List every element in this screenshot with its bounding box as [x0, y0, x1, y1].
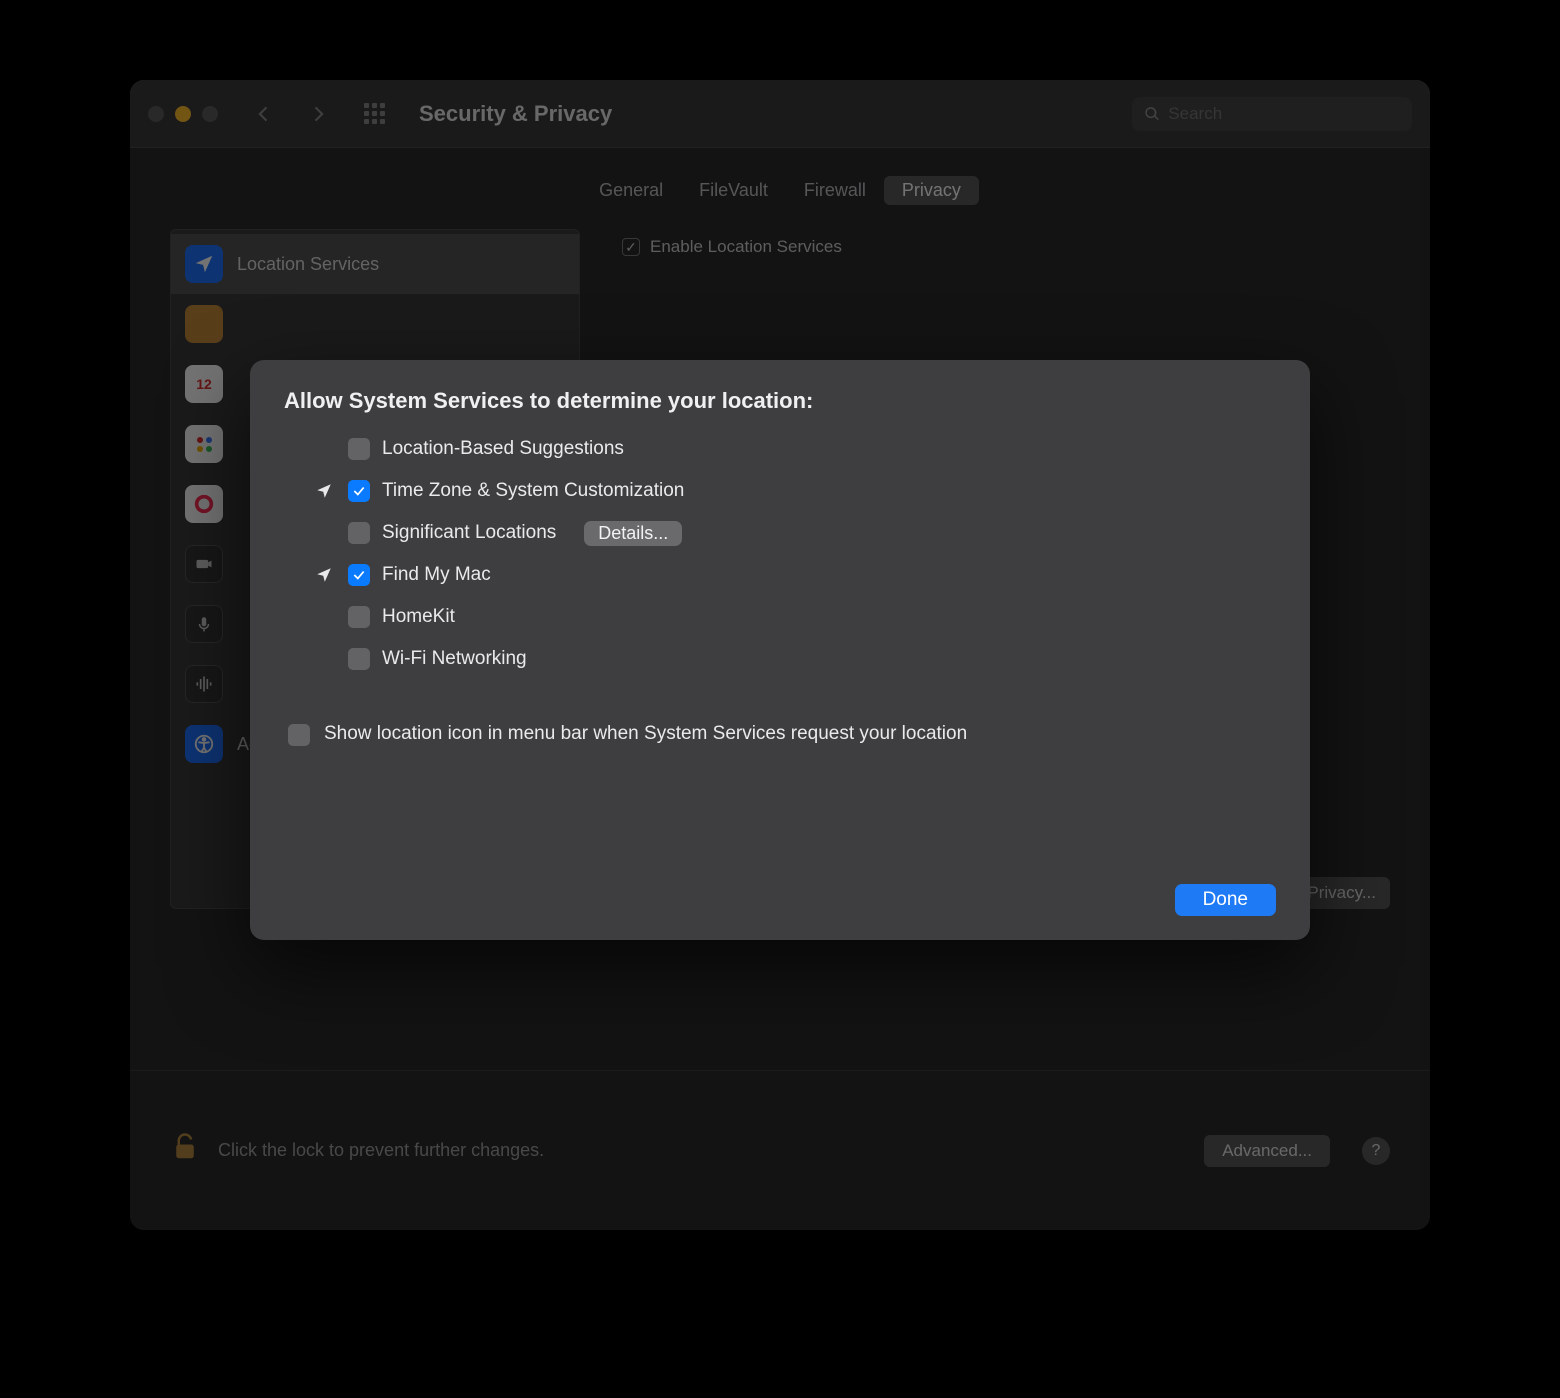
checkbox-location-based-suggestions[interactable] — [348, 438, 370, 460]
titlebar: Security & Privacy — [130, 80, 1430, 148]
traffic-lights — [148, 106, 218, 122]
checkbox-significant-locations[interactable] — [348, 522, 370, 544]
option-location-based-suggestions: Location-Based Suggestions — [312, 428, 1276, 470]
significant-locations-details-button[interactable]: Details... — [584, 521, 682, 546]
checkbox-show-location-menubar[interactable] — [288, 724, 310, 746]
system-services-list: Location-Based Suggestions Time Zone & S… — [284, 428, 1276, 680]
forward-button[interactable] — [304, 100, 332, 128]
tab-filevault[interactable]: FileVault — [681, 176, 786, 205]
option-label: Location-Based Suggestions — [382, 438, 624, 460]
back-button[interactable] — [250, 100, 278, 128]
search-input[interactable] — [1168, 104, 1400, 124]
search-icon — [1144, 105, 1160, 123]
show-location-icon-row: Show location icon in menu bar when Syst… — [284, 722, 1276, 747]
enable-location-services-label: Enable Location Services — [650, 237, 842, 257]
minimize-window-button[interactable] — [175, 106, 191, 122]
done-button[interactable]: Done — [1175, 884, 1276, 916]
zoom-window-button[interactable] — [202, 106, 218, 122]
camera-icon — [185, 545, 223, 583]
speech-icon — [185, 665, 223, 703]
contacts-icon — [185, 305, 223, 343]
enable-location-services-row: Enable Location Services — [622, 237, 1390, 257]
option-label: Time Zone & System Customization — [382, 480, 684, 502]
lock-hint-text: Click the lock to prevent further change… — [218, 1140, 544, 1161]
location-arrow-icon — [185, 245, 223, 283]
close-window-button[interactable] — [148, 106, 164, 122]
option-label: Wi-Fi Networking — [382, 648, 527, 670]
calendar-icon: 12 — [185, 365, 223, 403]
microphone-icon — [185, 605, 223, 643]
tab-general[interactable]: General — [581, 176, 681, 205]
location-indicator-icon — [312, 482, 336, 500]
checkbox-time-zone[interactable] — [348, 480, 370, 502]
checkbox-wifi-networking[interactable] — [348, 648, 370, 670]
show-all-prefs-button[interactable] — [364, 103, 385, 124]
tab-privacy[interactable]: Privacy — [884, 176, 979, 205]
option-label: Significant Locations — [382, 522, 556, 544]
advanced-button[interactable]: Advanced... — [1204, 1135, 1330, 1167]
checkbox-find-my-mac[interactable] — [348, 564, 370, 586]
show-location-icon-label: Show location icon in menu bar when Syst… — [324, 722, 967, 747]
option-find-my-mac: Find My Mac — [312, 554, 1276, 596]
option-significant-locations: Significant Locations Details... — [312, 512, 1276, 554]
tab-firewall[interactable]: Firewall — [786, 176, 884, 205]
sidebar-item-contacts[interactable] — [171, 294, 579, 354]
reminders-icon — [185, 425, 223, 463]
system-services-location-sheet: Allow System Services to determine your … — [250, 360, 1310, 940]
unlock-icon[interactable] — [170, 1130, 200, 1172]
option-homekit: HomeKit — [312, 596, 1276, 638]
sheet-title: Allow System Services to determine your … — [284, 388, 1276, 414]
option-label: HomeKit — [382, 606, 455, 628]
tab-bar: General FileVault Firewall Privacy — [170, 176, 1390, 205]
window-footer: Click the lock to prevent further change… — [130, 1070, 1430, 1230]
enable-location-services-checkbox[interactable] — [622, 238, 640, 256]
photos-icon — [185, 485, 223, 523]
sidebar-item-location-services[interactable]: Location Services — [171, 234, 579, 294]
option-time-zone: Time Zone & System Customization — [312, 470, 1276, 512]
checkbox-homekit[interactable] — [348, 606, 370, 628]
option-label: Find My Mac — [382, 564, 491, 586]
option-wifi-networking: Wi-Fi Networking — [312, 638, 1276, 680]
window-title: Security & Privacy — [419, 101, 612, 127]
sidebar-item-label: Location Services — [237, 254, 379, 275]
search-field[interactable] — [1132, 97, 1412, 131]
location-indicator-icon — [312, 566, 336, 584]
help-button[interactable]: ? — [1362, 1137, 1390, 1165]
accessibility-icon — [185, 725, 223, 763]
